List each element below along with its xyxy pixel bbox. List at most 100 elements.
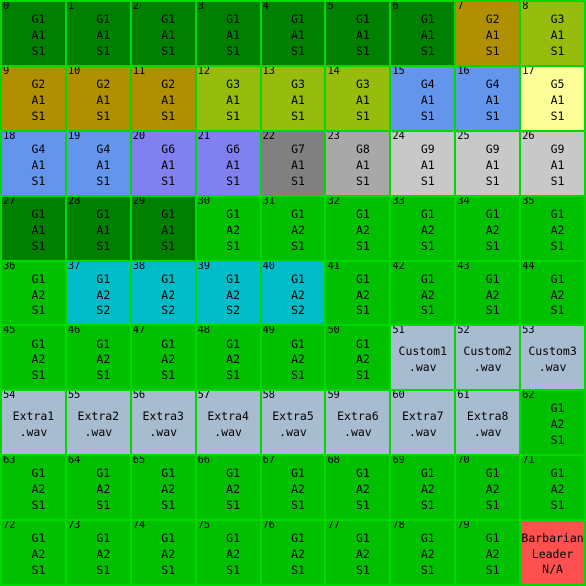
cell-content: G1 A2 S1 (22, 332, 46, 385)
cell-index-label: 22 (262, 131, 275, 142)
grid-cell[interactable]: 70 G1 A2 S1 (456, 456, 520, 520)
grid-cell[interactable]: 38 G1 A2 S2 (131, 261, 195, 325)
grid-cell[interactable]: 3 G1 A1 S1 (196, 2, 260, 65)
grid-cell[interactable]: 31 G1 A2 S1 (261, 196, 325, 260)
grid-cell[interactable]: 35 G1 A2 S1 (521, 196, 584, 260)
grid-cell[interactable]: 24 G9 A1 S1 (391, 131, 455, 195)
grid-cell[interactable]: 43 G1 A2 S1 (456, 261, 520, 325)
grid-cell[interactable]: 17 G5 A1 S1 (521, 66, 584, 130)
grid-cell[interactable]: 42 G1 A2 S1 (391, 261, 455, 325)
grid-cell[interactable]: 36 G1 A2 S1 (2, 261, 65, 325)
grid-cell[interactable]: 46 G1 A2 S1 (66, 326, 130, 390)
grid-cell[interactable]: 9 G2 A1 S1 (2, 66, 65, 130)
grid-cell[interactable]: 65 G1 A2 S1 (131, 456, 195, 520)
grid-cell[interactable]: 64 G1 A2 S1 (66, 456, 130, 520)
grid-cell[interactable]: 22 G7 A1 S1 (261, 131, 325, 195)
grid-cell[interactable]: 21 G6 A1 S1 (196, 131, 260, 195)
grid-cell[interactable]: 28 G1 A1 S1 (66, 196, 130, 260)
grid-cell[interactable]: 34 G1 A2 S1 (456, 196, 520, 260)
grid-cell[interactable]: 78 G1 A2 S1 (391, 521, 455, 584)
grid-cell[interactable]: 12 G3 A1 S1 (196, 66, 260, 130)
grid-cell[interactable]: 56 Extra3 .wav (131, 391, 195, 455)
grid-cell[interactable]: 39 G1 A2 S2 (196, 261, 260, 325)
grid-cell[interactable]: 11 G2 A1 S1 (131, 66, 195, 130)
grid-cell[interactable]: 57 Extra4 .wav (196, 391, 260, 455)
grid-cell[interactable]: 7 G2 A1 S1 (456, 2, 520, 65)
grid-cell[interactable]: 51 Custom1 .wav (391, 326, 455, 390)
grid-cell[interactable]: 53 Custom3 .wav (521, 326, 584, 390)
grid-cell[interactable]: 55 Extra2 .wav (66, 391, 130, 455)
grid-cell[interactable]: 18 G4 A1 S1 (2, 131, 65, 195)
grid-cell[interactable]: 68 G1 A2 S1 (326, 456, 390, 520)
cell-content: G1 A2 S1 (216, 202, 240, 255)
cell-content-line: S1 (226, 238, 241, 253)
grid-cell[interactable]: 8 G3 A1 S1 (521, 2, 584, 65)
grid-cell[interactable]: 48 G1 A2 S1 (196, 326, 260, 390)
grid-cell[interactable]: 32 G1 A2 S1 (326, 196, 390, 260)
grid-cell[interactable]: 77 G1 A2 S1 (326, 521, 390, 584)
cell-content-line: .wav (408, 359, 437, 374)
grid-cell[interactable]: 60 Extra7 .wav (391, 391, 455, 455)
grid-cell[interactable]: 27 G1 A1 S1 (2, 196, 65, 260)
cell-content-line: G2 (96, 77, 111, 92)
grid-cell[interactable]: 67 G1 A2 S1 (261, 456, 325, 520)
grid-cell[interactable]: 62 G1 A2 S1 (521, 391, 584, 455)
grid-cell[interactable]: 13 G3 A1 S1 (261, 66, 325, 130)
grid-cell[interactable]: 20 G6 A1 S1 (131, 131, 195, 195)
grid-cell[interactable]: 58 Extra5 .wav (261, 391, 325, 455)
grid-cell[interactable]: Barbarian Leader N/A (521, 521, 584, 584)
grid-cell[interactable]: 14 G3 A1 S1 (326, 66, 390, 130)
cell-content-line: A2 (420, 287, 435, 302)
grid-cell[interactable]: 2 G1 A1 S1 (131, 2, 195, 65)
grid-cell[interactable]: 50 G1 A2 S1 (326, 326, 390, 390)
grid-cell[interactable]: 69 G1 A2 S1 (391, 456, 455, 520)
grid-cell[interactable]: 72 G1 A2 S1 (2, 521, 65, 584)
grid-cell[interactable]: 0 G1 A1 S1 (2, 2, 65, 65)
grid-cell[interactable]: 6 G1 A1 S1 (391, 2, 455, 65)
grid-cell[interactable]: 61 Extra8 .wav (456, 391, 520, 455)
grid-cell[interactable]: 63 G1 A2 S1 (2, 456, 65, 520)
grid-cell[interactable]: 4 G1 A1 S1 (261, 2, 325, 65)
grid-cell[interactable]: 29 G1 A1 S1 (131, 196, 195, 260)
grid-cell[interactable]: 76 G1 A2 S1 (261, 521, 325, 584)
cell-content-line: A1 (96, 222, 111, 237)
cell-index-label: 25 (457, 131, 470, 142)
grid-cell[interactable]: 73 G1 A2 S1 (66, 521, 130, 584)
cell-content: Extra8 .wav (467, 405, 509, 441)
grid-cell[interactable]: 49 G1 A2 S1 (261, 326, 325, 390)
grid-cell[interactable]: 26 G9 A1 S1 (521, 131, 584, 195)
grid-cell[interactable]: 75 G1 A2 S1 (196, 521, 260, 584)
grid-cell[interactable]: 71 G1 A2 S1 (521, 456, 584, 520)
grid-cell[interactable]: 79 G1 A2 S1 (456, 521, 520, 584)
cell-content-line: S1 (550, 43, 565, 58)
grid-cell[interactable]: 1 G1 A1 S1 (66, 2, 130, 65)
cell-content-line: A2 (161, 352, 176, 367)
grid-cell[interactable]: 16 G4 A1 S1 (456, 66, 520, 130)
grid-cell[interactable]: 40 G1 A2 S2 (261, 261, 325, 325)
cell-content: Extra7 .wav (402, 405, 444, 441)
grid-cell[interactable]: 10 G2 A1 S1 (66, 66, 130, 130)
grid-cell[interactable]: 44 G1 A2 S1 (521, 261, 584, 325)
grid-cell[interactable]: 25 G9 A1 S1 (456, 131, 520, 195)
grid-cell[interactable]: 37 G1 A2 S2 (66, 261, 130, 325)
cell-content: Custom1 .wav (399, 340, 447, 376)
cell-index-label: 57 (197, 391, 210, 402)
cell-content: G1 A2 S1 (411, 461, 435, 514)
grid-cell[interactable]: 15 G4 A1 S1 (391, 66, 455, 130)
grid-cell[interactable]: 47 G1 A2 S1 (131, 326, 195, 390)
grid-cell[interactable]: 33 G1 A2 S1 (391, 196, 455, 260)
grid-cell[interactable]: 23 G8 A1 S1 (326, 131, 390, 195)
grid-cell[interactable]: 30 G1 A2 S1 (196, 196, 260, 260)
grid-cell[interactable]: 41 G1 A2 S1 (326, 261, 390, 325)
grid-cell[interactable]: 59 Extra6 .wav (326, 391, 390, 455)
grid-cell[interactable]: 66 G1 A2 S1 (196, 456, 260, 520)
cell-content: G1 A2 S1 (346, 526, 370, 579)
grid-cell[interactable]: 52 Custom2 .wav (456, 326, 520, 390)
grid-cell[interactable]: 19 G4 A1 S1 (66, 131, 130, 195)
grid-cell[interactable]: 45 G1 A2 S1 (2, 326, 65, 390)
cell-content-line: Custom3 (528, 344, 577, 359)
grid-cell[interactable]: 54 Extra1 .wav (2, 391, 65, 455)
grid-cell[interactable]: 74 G1 A2 S1 (131, 521, 195, 584)
cell-content-line: G1 (161, 271, 176, 286)
grid-cell[interactable]: 5 G1 A1 S1 (326, 2, 390, 65)
